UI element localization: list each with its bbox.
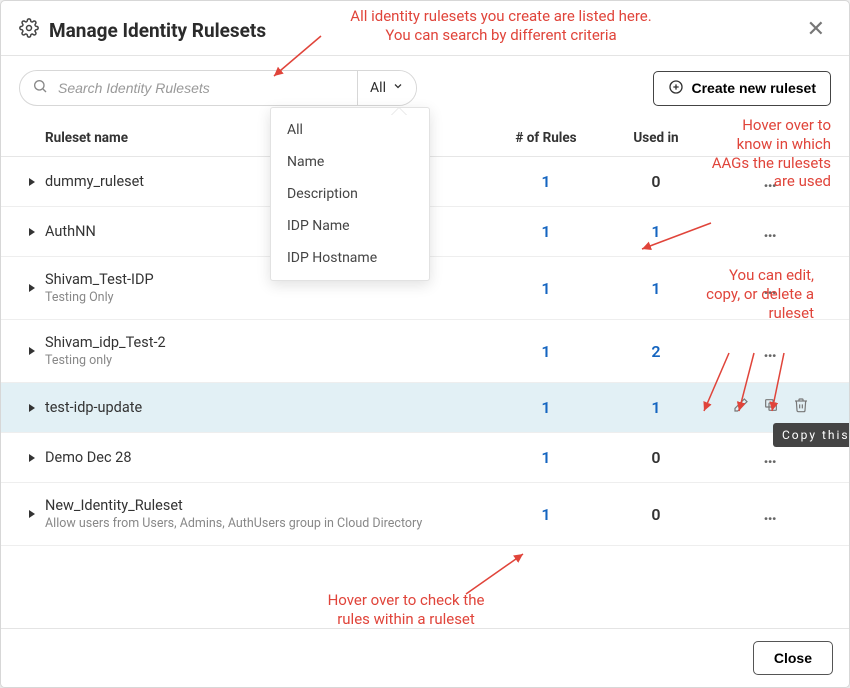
used-in-count[interactable]: 1	[601, 398, 711, 417]
ruleset-name: New_Identity_Ruleset	[45, 497, 491, 514]
rules-count[interactable]: 1	[491, 279, 601, 298]
annotation-rules: Hover over to check the rules within a r…	[316, 591, 496, 629]
ruleset-desc: Testing Only	[45, 290, 491, 305]
rules-count[interactable]: 1	[491, 448, 601, 467]
filter-label: All	[370, 80, 386, 96]
used-in-count: 0	[601, 172, 711, 191]
edit-icon[interactable]	[733, 397, 749, 418]
gear-icon	[19, 18, 39, 42]
ruleset-name-cell: Demo Dec 28	[45, 449, 491, 466]
modal-footer: Close	[1, 628, 849, 687]
ruleset-desc: Allow users from Users, Admins, AuthUser…	[45, 516, 491, 531]
ruleset-name: Shivam_idp_Test-2	[45, 334, 491, 351]
filter-option[interactable]: Name	[271, 146, 429, 178]
modal-title: Manage Identity Rulesets	[49, 19, 801, 42]
table-row: Demo Dec 2810 …	[1, 433, 849, 483]
table-row: test-idp-update11Copy this ruleset	[1, 383, 849, 433]
search-wrap: All All Name Description IDP Name IDP Ho…	[19, 70, 417, 106]
filter-dropdown-button[interactable]: All	[357, 71, 416, 105]
row-actions[interactable]: …	[711, 447, 831, 468]
table-row: Shivam_idp_Test-2 Testing only12 …	[1, 320, 849, 383]
ruleset-name-cell: test-idp-update	[45, 399, 491, 416]
ruleset-name-cell: Shivam_idp_Test-2 Testing only	[45, 334, 491, 368]
close-button[interactable]: Close	[753, 641, 833, 675]
more-icon[interactable]: …	[763, 447, 778, 468]
filter-dropdown: All Name Description IDP Name IDP Hostna…	[270, 107, 430, 281]
rules-count[interactable]: 1	[491, 172, 601, 191]
expand-toggle[interactable]	[19, 177, 45, 187]
create-ruleset-button[interactable]: Create new ruleset	[653, 71, 832, 106]
more-icon[interactable]: …	[763, 278, 778, 299]
used-in-count: 0	[601, 448, 711, 467]
copy-icon[interactable]: Copy this ruleset	[763, 397, 779, 418]
rules-count[interactable]: 1	[491, 222, 601, 241]
expand-toggle[interactable]	[19, 453, 45, 463]
used-in-count[interactable]: 2	[601, 342, 711, 361]
used-in-count: 0	[601, 505, 711, 524]
row-actions[interactable]: …	[711, 278, 831, 299]
table-row: New_Identity_Ruleset Allow users from Use…	[1, 483, 849, 546]
expand-toggle[interactable]	[19, 509, 45, 519]
delete-icon[interactable]	[793, 397, 809, 418]
ruleset-name-cell: New_Identity_Ruleset Allow users from Use…	[45, 497, 491, 531]
expand-toggle[interactable]	[19, 403, 45, 413]
filter-option[interactable]: All	[271, 114, 429, 146]
search-input[interactable]	[48, 74, 357, 102]
filter-option[interactable]: IDP Name	[271, 210, 429, 242]
used-in-count[interactable]: 1	[601, 279, 711, 298]
row-actions[interactable]: Copy this ruleset	[711, 397, 831, 418]
row-actions[interactable]: …	[711, 341, 831, 362]
col-used: Used in	[601, 130, 711, 146]
rules-count[interactable]: 1	[491, 505, 601, 524]
modal-header: Manage Identity Rulesets ✕	[1, 1, 849, 56]
row-actions[interactable]: …	[711, 221, 831, 242]
tooltip: Copy this ruleset	[773, 423, 850, 447]
more-icon[interactable]: …	[763, 171, 778, 192]
expand-toggle[interactable]	[19, 283, 45, 293]
more-icon[interactable]: …	[763, 341, 778, 362]
row-actions[interactable]: …	[711, 171, 831, 192]
expand-toggle[interactable]	[19, 227, 45, 237]
rules-count[interactable]: 1	[491, 342, 601, 361]
ruleset-desc: Testing only	[45, 353, 491, 368]
more-icon[interactable]: …	[763, 221, 778, 242]
col-rules: # of Rules	[491, 130, 601, 146]
filter-option[interactable]: Description	[271, 178, 429, 210]
expand-toggle[interactable]	[19, 346, 45, 356]
close-icon[interactable]: ✕	[801, 15, 831, 45]
create-button-label: Create new ruleset	[692, 80, 817, 96]
ruleset-name: Demo Dec 28	[45, 449, 491, 466]
ruleset-name: test-idp-update	[45, 399, 491, 416]
toolbar: All All Name Description IDP Name IDP Ho…	[1, 56, 849, 120]
more-icon[interactable]: …	[763, 504, 778, 525]
search-icon	[32, 78, 48, 98]
rules-count[interactable]: 1	[491, 398, 601, 417]
col-actions	[711, 130, 831, 146]
chevron-down-icon	[392, 80, 404, 96]
plus-circle-icon	[668, 79, 684, 98]
row-actions[interactable]: …	[711, 504, 831, 525]
filter-option[interactable]: IDP Hostname	[271, 242, 429, 274]
used-in-count[interactable]: 1	[601, 222, 711, 241]
